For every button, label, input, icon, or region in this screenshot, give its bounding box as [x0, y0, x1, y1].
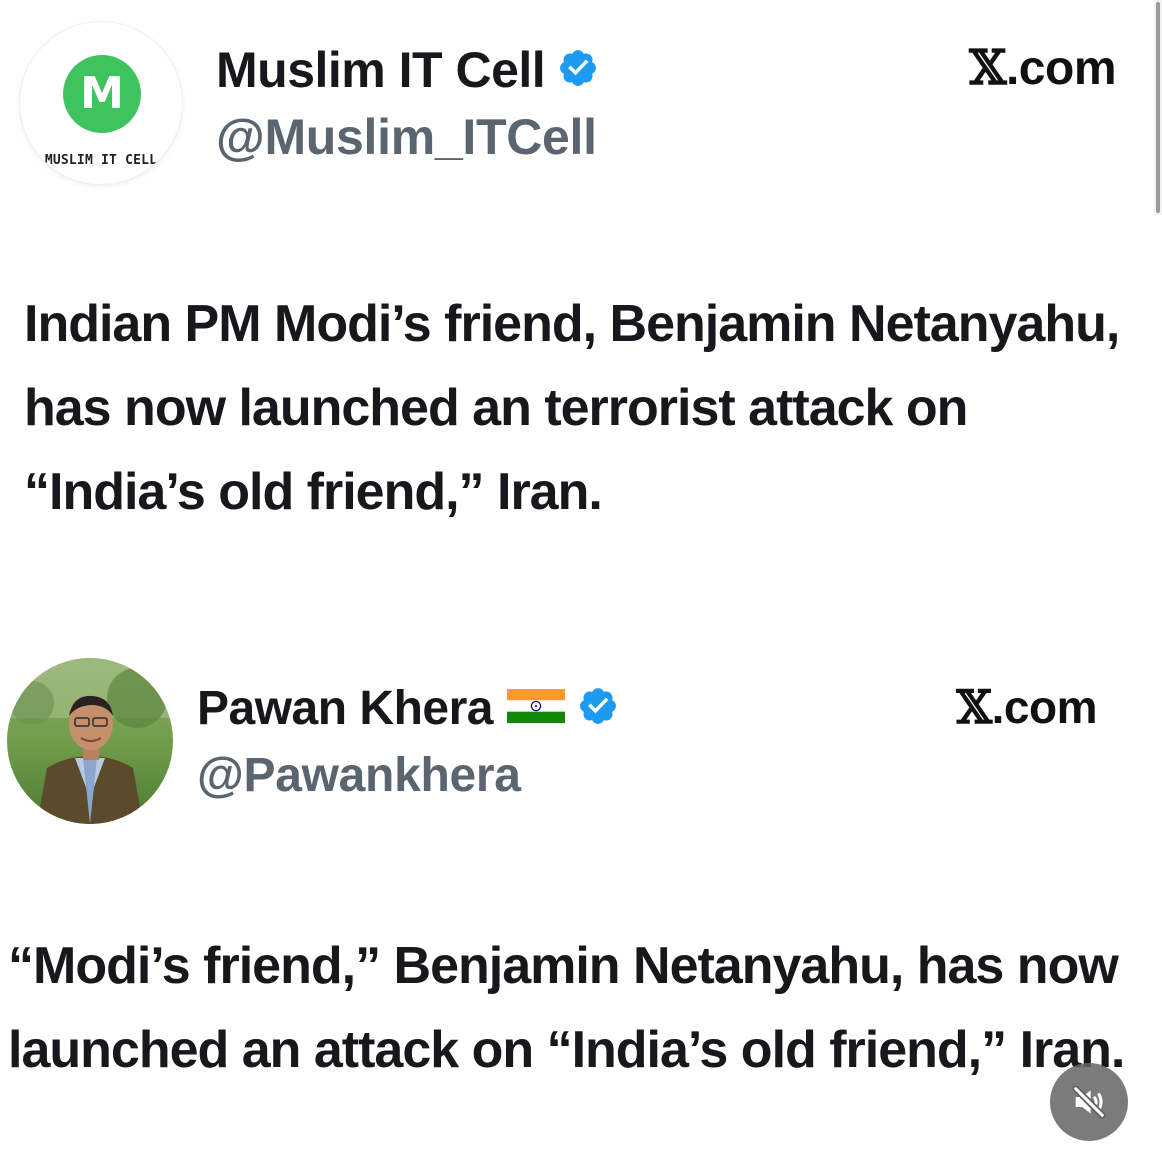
avatar-photo[interactable] — [7, 658, 173, 824]
mute-button[interactable] — [1050, 1063, 1128, 1141]
avatar-logo[interactable]: M MUSLIM IT CELL — [20, 22, 182, 184]
x-logo-icon: 𝕏 — [969, 40, 1006, 96]
post-text: “Modi’s friend,” Benjamin Netanyahu, has… — [8, 937, 1125, 1079]
logo-circle: M — [63, 55, 141, 133]
site-label[interactable]: 𝕏.com — [956, 680, 1097, 734]
verified-badge-icon — [557, 47, 599, 94]
site-domain: .com — [991, 681, 1098, 733]
logo-caption: MUSLIM IT CELL — [44, 153, 158, 168]
display-name[interactable]: Muslim IT Cell — [216, 41, 546, 99]
post-pawan-khera: Pawan Khera @Pawankhera 𝕏.com “Modi’s fr… — [0, 640, 1162, 1171]
logo-letter: M — [80, 68, 124, 119]
muted-speaker-icon — [1072, 1085, 1106, 1119]
india-flag-icon — [506, 688, 565, 728]
post-muslim-it-cell: M MUSLIM IT CELL Muslim IT Cell @Muslim_… — [0, 0, 1162, 640]
author-handle[interactable]: @Pawankhera — [197, 748, 521, 803]
x-logo-icon: 𝕏 — [956, 680, 992, 734]
display-name[interactable]: Pawan Khera — [197, 681, 493, 736]
author-handle[interactable]: @Muslim_ITCell — [216, 108, 597, 166]
author-name-row: Pawan Khera — [197, 678, 619, 738]
verified-badge-icon — [577, 685, 619, 732]
site-domain: .com — [1005, 42, 1117, 95]
site-label[interactable]: 𝕏.com — [969, 40, 1116, 96]
post-text: Indian PM Modi’s friend, Benjamin Netany… — [24, 295, 1120, 521]
author-name-row: Muslim IT Cell — [216, 40, 599, 100]
